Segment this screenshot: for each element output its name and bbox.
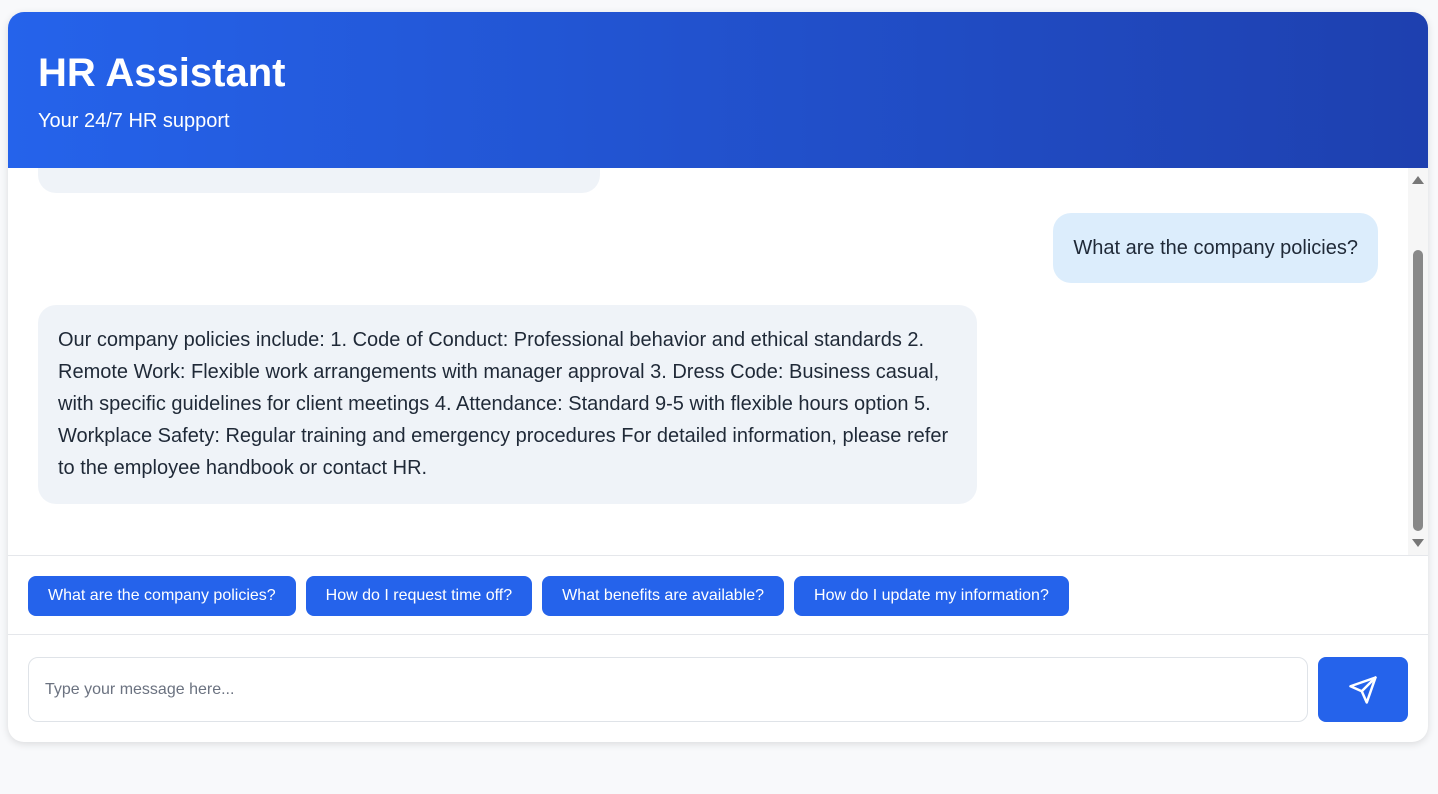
previous-message-bubble (38, 168, 600, 193)
assistant-message-bubble: Our company policies include: 1. Code of… (38, 305, 977, 504)
quick-replies-bar: What are the company policies? How do I … (8, 555, 1428, 635)
quick-reply-time-off[interactable]: How do I request time off? (305, 576, 533, 616)
app-title: HR Assistant (38, 51, 286, 95)
send-icon (1349, 675, 1377, 704)
quick-reply-company-policies[interactable]: What are the company policies? (28, 576, 296, 616)
message-composer (28, 657, 1408, 722)
user-message-bubble: What are the company policies? (1053, 213, 1378, 283)
send-button[interactable] (1318, 657, 1408, 722)
app-subtitle: Your 24/7 HR support (38, 110, 230, 132)
chat-header: HR Assistant Your 24/7 HR support (8, 12, 1428, 168)
quick-reply-benefits[interactable]: What benefits are available? (542, 576, 785, 616)
scroll-up-arrow-icon[interactable] (1412, 176, 1424, 184)
message-scrollbar[interactable] (1408, 168, 1428, 555)
quick-reply-update-info[interactable]: How do I update my information? (794, 576, 1069, 616)
assistant-message-text: Our company policies include: 1. Code of… (58, 329, 949, 479)
quick-replies-list: What are the company policies? How do I … (28, 576, 1069, 616)
scroll-thumb[interactable] (1413, 250, 1423, 531)
scroll-down-arrow-icon[interactable] (1412, 539, 1424, 547)
message-input[interactable] (28, 657, 1308, 722)
user-message-text: What are the company policies? (1073, 237, 1358, 259)
message-list[interactable]: What are the company policies? Our compa… (8, 168, 1428, 555)
chat-window: HR Assistant Your 24/7 HR support What a… (8, 12, 1428, 742)
